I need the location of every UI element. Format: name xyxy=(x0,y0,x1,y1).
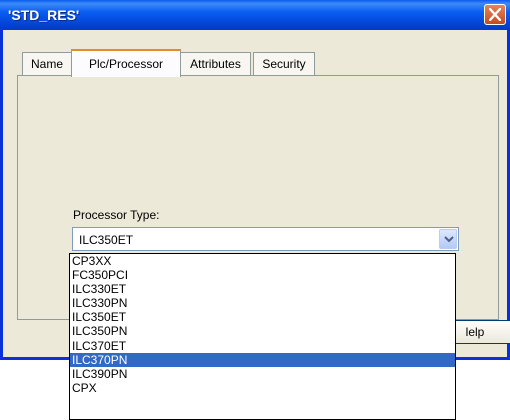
processor-type-dropdown-button[interactable] xyxy=(439,229,457,249)
processor-type-label: Processor Type: xyxy=(73,208,160,222)
dropdown-option[interactable]: CP3XX xyxy=(70,254,455,268)
tab-plc-processor[interactable]: Plc/Processor xyxy=(71,49,181,77)
dropdown-option[interactable]: FC350PCI xyxy=(70,268,455,282)
dropdown-option[interactable]: ILC350ET xyxy=(70,310,455,324)
dropdown-option[interactable]: ILC390PN xyxy=(70,367,455,381)
dropdown-option-selected[interactable]: ILC370PN xyxy=(70,352,455,367)
dropdown-option[interactable]: ILC330PN xyxy=(70,296,455,310)
tab-attributes[interactable]: Attributes xyxy=(180,52,251,76)
close-icon xyxy=(489,8,501,21)
tab-name-label: Name xyxy=(30,57,63,71)
tab-plc-processor-label: Plc/Processor xyxy=(88,57,164,71)
chevron-down-icon xyxy=(444,236,454,243)
help-button-label: lelp xyxy=(465,325,485,339)
processor-type-select[interactable]: ILC350ET xyxy=(72,227,459,251)
tab-security-label: Security xyxy=(262,57,306,71)
tab-security[interactable]: Security xyxy=(253,52,315,76)
tab-name[interactable]: Name xyxy=(22,52,72,76)
processor-type-value: ILC350ET xyxy=(79,233,134,247)
close-button[interactable] xyxy=(484,4,506,25)
processor-type-dropdown-list: CP3XX FC350PCI ILC330ET ILC330PN ILC350E… xyxy=(69,253,456,420)
dropdown-option[interactable]: ILC330ET xyxy=(70,282,455,296)
dropdown-option[interactable]: CPX xyxy=(70,381,455,395)
dropdown-option[interactable]: ILC370ET xyxy=(70,339,455,353)
tab-attributes-label: Attributes xyxy=(190,57,241,71)
dropdown-option[interactable]: ILC350PN xyxy=(70,324,455,338)
window-title: 'STD_RES' xyxy=(8,7,80,23)
title-bar[interactable]: 'STD_RES' xyxy=(0,0,510,30)
